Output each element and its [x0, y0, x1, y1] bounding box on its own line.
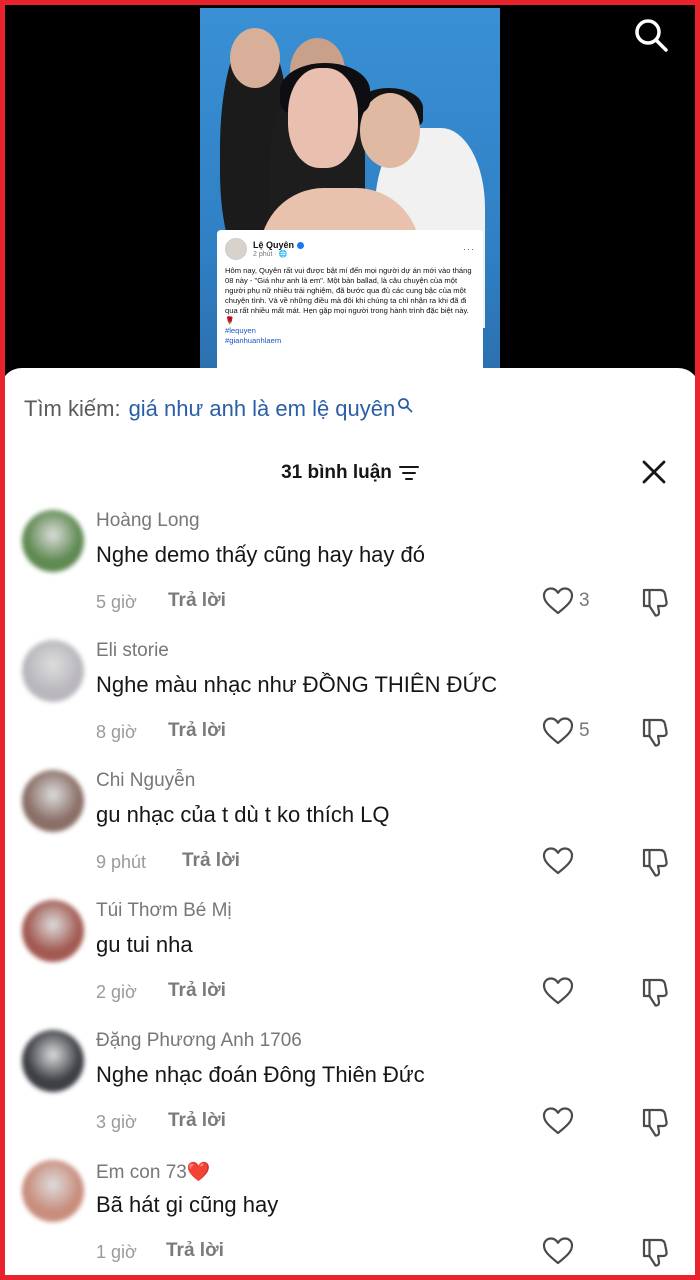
reply-button[interactable]: Trả lời [168, 590, 226, 612]
comment-username-line[interactable]: Em con 73❤️ [96, 1160, 211, 1184]
like-heart-icon[interactable] [542, 586, 574, 616]
like-heart-icon[interactable] [542, 1106, 574, 1136]
comment-text: Nghe demo thấy cũng hay hay đó [96, 542, 426, 567]
comment-row: Chi Nguyễn gu nhạc của t dù t ko thích LQ… [0, 766, 700, 896]
search-icon[interactable] [632, 16, 670, 54]
comment-time: 5 giờ [96, 592, 137, 612]
comment-username-line[interactable]: Eli storie [96, 640, 169, 662]
avatar[interactable] [22, 1030, 84, 1092]
dislike-icon[interactable] [640, 846, 672, 878]
post-header: Lệ Quyên 2 phút · 🌐 ··· [225, 238, 475, 260]
comment-row: Đặng Phương Anh 1706 Nghe nhạc đoán Đông … [0, 1026, 700, 1156]
like-count: 3 [579, 590, 590, 611]
comment-row: Eli storie Nghe màu nhạc như ĐỒNG THIÊN Đ… [0, 636, 700, 766]
search-prefix: Tìm kiếm: [24, 396, 121, 421]
comment-time: 3 giờ [96, 1112, 137, 1132]
comment-username-line[interactable]: Đặng Phương Anh 1706 [96, 1030, 302, 1052]
avatar[interactable] [22, 640, 84, 702]
comment-username: Em con 73 [96, 1162, 187, 1183]
like-heart-icon[interactable] [542, 716, 574, 746]
comments-sheet: Tìm kiếm: giá như anh là em lệ quyên 31 … [0, 368, 700, 1280]
comment-username-line[interactable]: Túi Thơm Bé Mị [96, 900, 232, 922]
comment-username: Túi Thơm Bé Mị [96, 900, 232, 921]
sort-icon[interactable] [398, 465, 419, 481]
search-icon [398, 398, 413, 413]
comment-list: Hoàng Long Nghe demo thấy cũng hay hay đó… [0, 506, 700, 1280]
like-count: 5 [579, 720, 590, 741]
post-author-line: Lệ Quyên [253, 240, 305, 250]
reply-button[interactable]: Trả lời [182, 850, 240, 872]
post-more-icon: ··· [463, 244, 475, 254]
video-player[interactable]: Lệ Quyên 2 phút · 🌐 ··· Hôm nay, Quyên r… [0, 0, 700, 420]
avatar[interactable] [22, 900, 84, 962]
comment-text: gu tui nha [96, 932, 193, 957]
post-text: Hôm nay, Quyên rất vui được bật mí đến m… [225, 266, 472, 325]
avatar[interactable] [22, 1160, 84, 1222]
reply-button[interactable]: Trả lời [168, 980, 226, 1002]
comment-time: 8 giờ [96, 722, 137, 742]
comment-username: Hoàng Long [96, 510, 200, 531]
comment-row: Em con 73❤️ Bã hát gi cũng hay 1 giờ Trả lờ… [0, 1156, 700, 1280]
heart-emoji-icon: ❤️ [186, 1162, 211, 1183]
comment-username: Eli storie [96, 640, 169, 661]
reply-button[interactable]: Trả lời [168, 1110, 226, 1132]
comment-text: Nghe nhạc đoán Đông Thiên Đức [96, 1062, 425, 1087]
dislike-icon[interactable] [640, 1236, 672, 1268]
comment-username-line[interactable]: Chi Nguyễn [96, 770, 195, 792]
comment-text: gu nhạc của t dù t ko thích LQ [96, 802, 390, 827]
avatar[interactable] [22, 510, 84, 572]
comment-text: Bã hát gi cũng hay [96, 1192, 279, 1217]
like-heart-icon[interactable] [542, 1236, 574, 1266]
video-frame: Lệ Quyên 2 phút · 🌐 ··· Hôm nay, Quyên r… [200, 8, 500, 420]
avatar[interactable] [22, 770, 84, 832]
comment-text: Nghe màu nhạc như ĐỒNG THIÊN ĐỨC [96, 672, 498, 697]
comment-time: 9 phút [96, 852, 147, 872]
comment-count: 31 bình luận [281, 462, 392, 483]
post-time: 2 phút · 🌐 [253, 251, 288, 258]
dislike-icon[interactable] [640, 716, 672, 748]
reply-button[interactable]: Trả lời [168, 720, 226, 742]
comment-username: Chi Nguyễn [96, 770, 196, 791]
dislike-icon[interactable] [640, 1106, 672, 1138]
post-tag: #gianhuanhlaem [225, 336, 282, 345]
close-icon[interactable] [640, 458, 668, 486]
verified-icon [297, 242, 305, 250]
comment-username-line[interactable]: Hoàng Long [96, 510, 200, 532]
comment-time: 1 giờ [96, 1242, 137, 1262]
comment-username: Đặng Phương Anh 1706 [96, 1030, 302, 1051]
post-avatar [225, 238, 247, 260]
dislike-icon[interactable] [640, 586, 672, 618]
search-query-link[interactable]: giá như anh là em lệ quyên [129, 396, 396, 422]
search-suggestion[interactable]: Tìm kiếm: giá như anh là em lệ quyên [24, 396, 413, 422]
post-meta: Lệ Quyên 2 phút · 🌐 [253, 240, 305, 258]
reply-button[interactable]: Trả lời [166, 1240, 224, 1262]
comment-row: Túi Thơm Bé Mị gu tui nha 2 giờ Trả lời [0, 896, 700, 1026]
like-heart-icon[interactable] [542, 976, 574, 1006]
like-heart-icon[interactable] [542, 846, 574, 876]
post-author: Lệ Quyên [253, 240, 295, 250]
post-tag: #lequyen [225, 326, 256, 335]
video-person [230, 28, 280, 88]
dislike-icon[interactable] [640, 976, 672, 1008]
video-singer [288, 68, 358, 168]
comments-header: 31 bình luận [0, 458, 700, 488]
comment-row: Hoàng Long Nghe demo thấy cũng hay hay đó… [0, 506, 700, 636]
comment-time: 2 giờ [96, 982, 137, 1002]
